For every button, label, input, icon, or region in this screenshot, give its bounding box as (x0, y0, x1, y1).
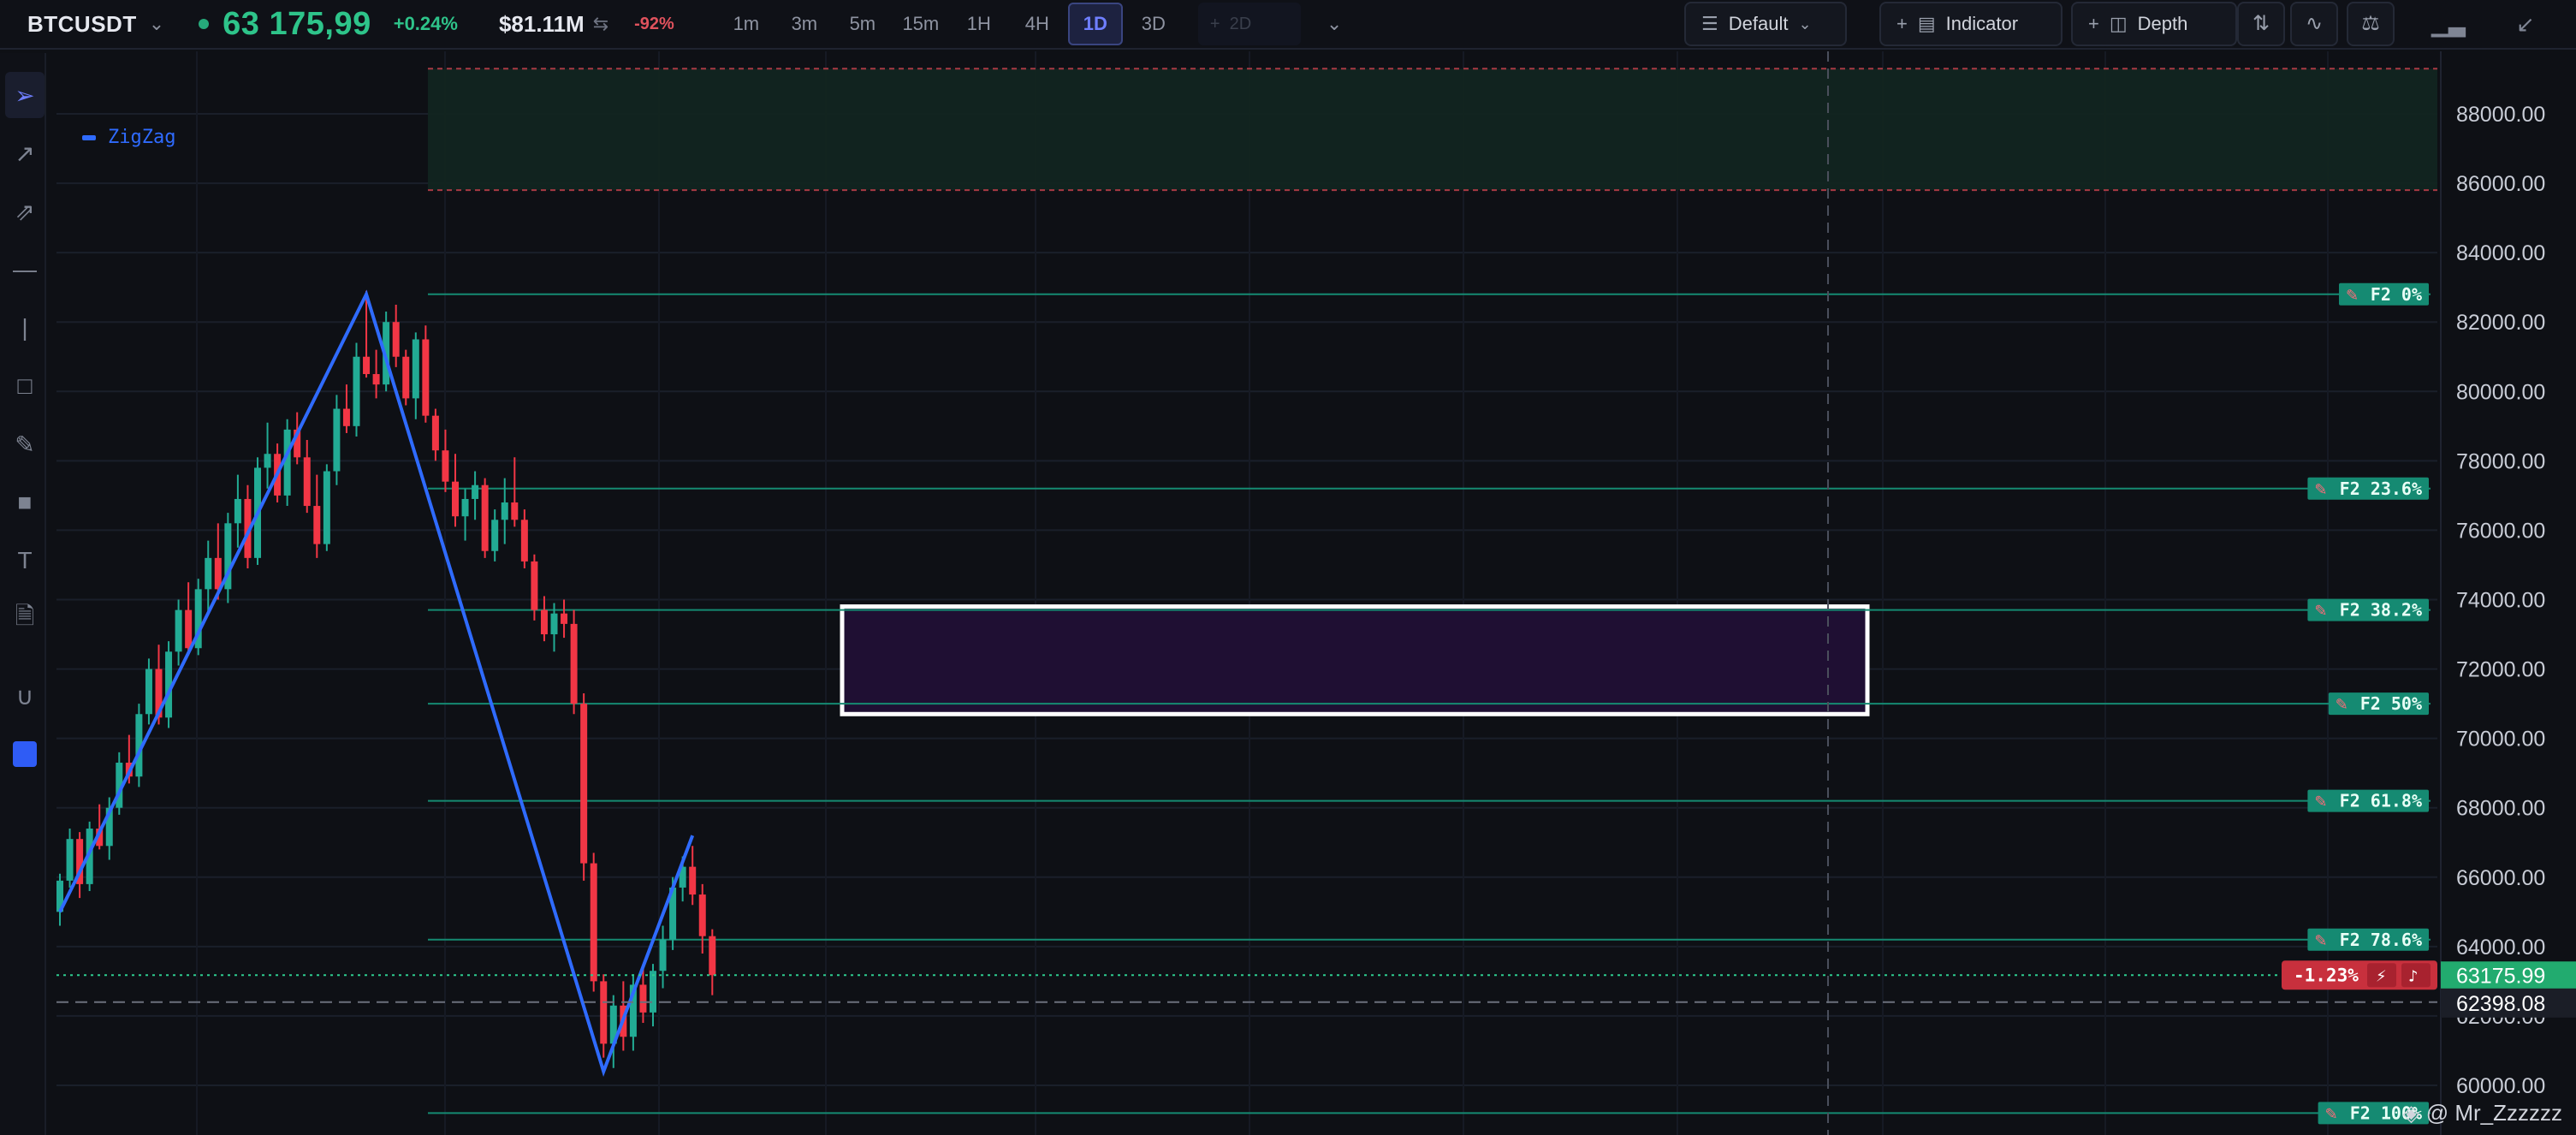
price-overlay: -1.23% ⚡ ♪ (56, 51, 2437, 1135)
fib-label-text: F2 50% (2360, 693, 2422, 714)
candle-body (600, 981, 608, 1044)
candle-body (580, 704, 588, 864)
candle-body (531, 561, 538, 610)
price-tick-label: 74000.00 (2456, 589, 2545, 613)
supply-zone (428, 68, 2437, 191)
candle-body (66, 839, 74, 881)
candle-body (561, 613, 568, 624)
price-axis[interactable]: 88000.00 86000.00 84000.00 82000.00 80000.00… (2440, 51, 2576, 1135)
fibonacci-levels: ✎ F2 0% ✎ F2 23.6% ✎ F2 38.2% ✎ F2 50% ✎ F2 61.8%… (428, 282, 2431, 1125)
price-tick-label: 66000.00 (2456, 866, 2545, 890)
watermark: ◈ @ Mr_Zzzzzz (2402, 1100, 2562, 1126)
pencil-icon: ✎ (2314, 793, 2327, 811)
candle-body (550, 613, 558, 635)
price-tick-label: 72000.00 (2456, 658, 2545, 682)
price-tick-label: 76000.00 (2456, 519, 2545, 543)
candle-body (491, 520, 499, 551)
candle-body (511, 502, 519, 520)
pencil-icon: ✎ (2314, 932, 2327, 950)
fib-label-text: F2 38.2% (2340, 600, 2422, 621)
candle-body (698, 894, 706, 936)
candle-body (323, 471, 330, 544)
candle-body (205, 557, 212, 590)
candle-body (659, 939, 667, 972)
price-tick-label: 70000.00 (2456, 728, 2545, 752)
current-price-label: 63175.99 (2456, 964, 2545, 988)
candle-body (402, 356, 410, 399)
price-tick-label: 64000.00 (2456, 936, 2545, 960)
candle-body (570, 623, 578, 704)
candle-body (422, 339, 430, 416)
zigzag-label: ZigZag (108, 127, 176, 148)
candle-body (650, 971, 656, 1013)
pencil-icon: ✎ (2325, 1105, 2338, 1123)
price-tick-label: 84000.00 (2456, 241, 2545, 265)
fib-label-text: F2 61.8% (2340, 791, 2422, 811)
bell-icon: ♪ (2408, 967, 2419, 985)
candle-body (461, 498, 469, 517)
candle-body (185, 609, 193, 649)
candle-body (481, 484, 489, 551)
price-tick-label: 78000.00 (2456, 449, 2545, 473)
zigzag-swatch (82, 134, 96, 140)
fib-label-text: F2 23.6% (2340, 478, 2422, 499)
candle-body (709, 936, 716, 976)
candles (56, 290, 716, 1068)
price-tick-label: 82000.00 (2456, 311, 2545, 335)
candle-body (689, 866, 697, 895)
candle-body (353, 356, 360, 426)
candle-body (540, 609, 548, 635)
candle-body (452, 481, 459, 517)
price-change-text: -1.23% (2294, 965, 2359, 985)
candle-body (303, 457, 311, 507)
candle-body (392, 322, 400, 357)
pencil-icon: ✎ (2314, 603, 2327, 621)
zigzag-polyline (58, 289, 695, 1077)
price-tick-label: 86000.00 (2456, 172, 2545, 196)
candle-body (501, 502, 508, 520)
price-tick-label: 60000.00 (2456, 1074, 2545, 1098)
candle-body (333, 408, 341, 472)
zigzag-legend[interactable]: ZigZag (82, 127, 175, 148)
crosshair-price-label: 62398.08 (2456, 992, 2545, 1016)
price-tick-label: 68000.00 (2456, 797, 2545, 821)
candle-body (283, 429, 291, 496)
bolt-icon: ⚡ (2376, 967, 2387, 985)
candle-body (520, 520, 528, 562)
candle-body (145, 669, 152, 715)
candle-body (412, 339, 419, 399)
pencil-icon: ✎ (2314, 481, 2327, 499)
price-tick-label: 88000.00 (2456, 103, 2545, 127)
candle-body (342, 408, 350, 426)
price-chart[interactable]: ✎ F2 0% ✎ F2 23.6% ✎ F2 38.2% ✎ F2 50% ✎ F2 61.8%… (0, 0, 2576, 1135)
pencil-icon: ✎ (2346, 287, 2359, 305)
candle-body (264, 454, 271, 468)
candle-body (372, 374, 380, 385)
fib-label-text: F2 78.6% (2340, 930, 2422, 950)
candle-body (472, 484, 479, 499)
fib-label-text: F2 0% (2371, 284, 2422, 305)
candle-body (431, 415, 439, 451)
range-box[interactable] (840, 604, 1870, 716)
candle-body (175, 609, 182, 652)
zigzag-line (58, 289, 695, 1077)
pencil-icon: ✎ (2336, 696, 2348, 714)
candle-body (363, 356, 371, 375)
price-tick-label: 80000.00 (2456, 380, 2545, 404)
candle-body (442, 450, 449, 482)
candle-body (234, 498, 241, 524)
candle-body (639, 984, 647, 1013)
candle-body (590, 863, 597, 982)
binance-icon: ◈ (2402, 1100, 2420, 1126)
candle-body (313, 506, 321, 544)
grid (56, 51, 2437, 1135)
watermark-text: @ Mr_Zzzzzz (2425, 1100, 2562, 1126)
